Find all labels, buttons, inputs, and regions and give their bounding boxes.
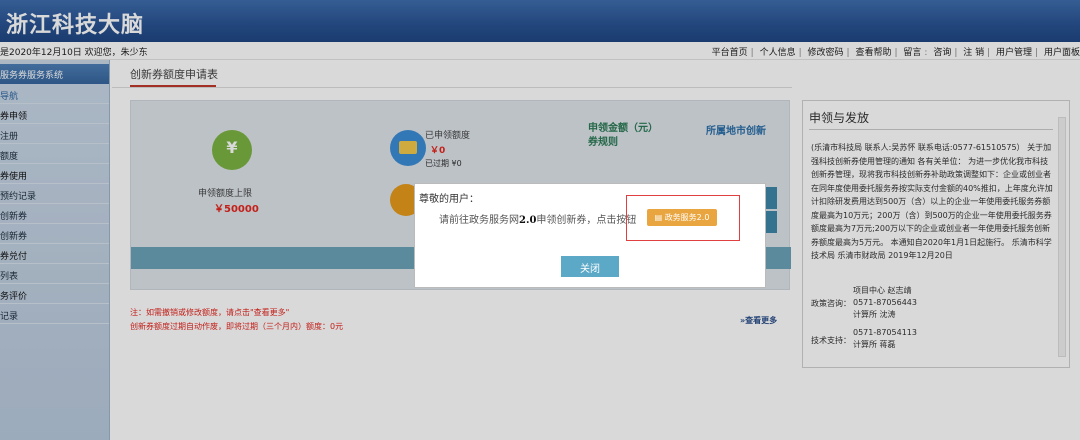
document-icon: ▤ bbox=[654, 213, 665, 222]
dialog-message: 请前往政务服务网2.0申领创新券，点击按钮 bbox=[439, 215, 637, 226]
notice-dialog: 尊敬的用户： 请前往政务服务网2.0申领创新券，点击按钮 ▤ 政务服务2.0 关… bbox=[414, 183, 766, 288]
dialog-greeting: 尊敬的用户： bbox=[419, 194, 479, 205]
close-button[interactable]: 关闭 bbox=[561, 256, 619, 277]
gov-service-button[interactable]: ▤ 政务服务2.0 bbox=[647, 209, 717, 226]
